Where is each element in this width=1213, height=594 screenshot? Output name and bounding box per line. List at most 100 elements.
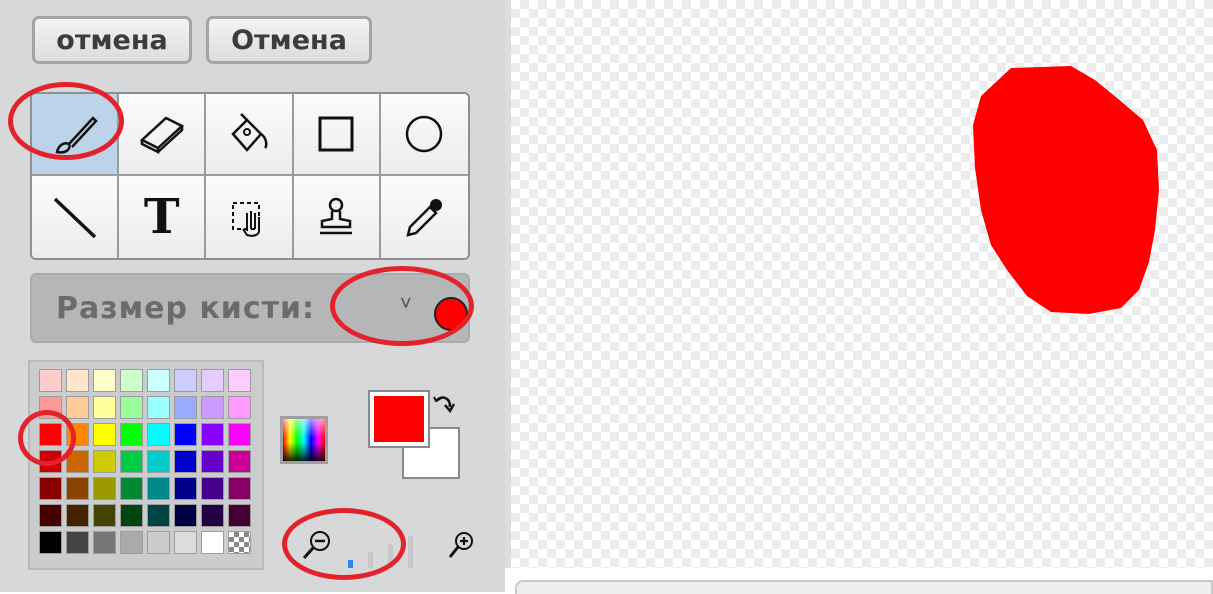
zoom-level-bar[interactable] <box>368 552 373 568</box>
palette-swatch[interactable] <box>228 396 251 419</box>
palette-swatch[interactable] <box>201 450 224 473</box>
ellipse-icon <box>406 115 443 153</box>
tool-eraser[interactable] <box>119 94 207 176</box>
palette-swatch[interactable] <box>147 504 170 527</box>
palette-swatch[interactable] <box>201 369 224 392</box>
palette-swatch[interactable] <box>93 477 116 500</box>
palette-swatch[interactable] <box>66 369 89 392</box>
palette-swatch[interactable] <box>174 423 197 446</box>
palette-swatch[interactable] <box>201 477 224 500</box>
palette-swatch[interactable] <box>201 423 224 446</box>
palette-swatch[interactable] <box>147 450 170 473</box>
palette-swatch[interactable] <box>120 531 143 554</box>
drawing-canvas[interactable] <box>505 0 1213 568</box>
palette-swatch[interactable] <box>174 369 197 392</box>
brush-icon <box>55 116 98 154</box>
brush-size-preview <box>434 297 468 331</box>
palette-swatch[interactable] <box>66 504 89 527</box>
palette-swatch[interactable] <box>174 477 197 500</box>
tool-line[interactable] <box>32 176 120 258</box>
canvas-scrollbar[interactable] <box>505 568 1213 594</box>
palette-swatch[interactable] <box>66 396 89 419</box>
palette-swatch[interactable] <box>228 477 251 500</box>
cancel-button[interactable]: Отмена <box>206 16 372 64</box>
tool-select[interactable] <box>206 176 294 258</box>
color-palette <box>28 360 264 570</box>
tool-fill[interactable] <box>206 94 294 176</box>
undo-button[interactable]: отмена <box>32 16 192 64</box>
tool-grid: T <box>30 92 470 260</box>
palette-swatch[interactable] <box>93 531 116 554</box>
palette-swatch[interactable] <box>120 423 143 446</box>
zoom-level-bar[interactable] <box>348 560 353 568</box>
select-icon <box>231 202 260 237</box>
palette-swatch[interactable] <box>93 396 116 419</box>
line-icon <box>53 197 96 239</box>
red-painted-shape <box>973 66 1159 314</box>
eyedropper-icon <box>406 199 443 237</box>
color-picker-spectrum[interactable] <box>280 416 328 464</box>
palette-swatch[interactable] <box>39 369 62 392</box>
palette-swatch[interactable] <box>201 531 224 554</box>
palette-swatch[interactable] <box>93 450 116 473</box>
fill-icon <box>231 113 268 152</box>
palette-swatch[interactable] <box>66 450 89 473</box>
palette-swatch[interactable] <box>66 477 89 500</box>
palette-swatch[interactable] <box>147 477 170 500</box>
palette-swatch[interactable] <box>120 396 143 419</box>
tool-rectangle[interactable] <box>293 94 381 176</box>
tool-text[interactable]: T <box>119 176 207 258</box>
palette-swatch[interactable] <box>147 396 170 419</box>
palette-swatch[interactable] <box>39 396 62 419</box>
palette-swatch[interactable] <box>39 531 62 554</box>
palette-swatch[interactable] <box>147 369 170 392</box>
zoom-in-icon[interactable] <box>446 530 476 560</box>
palette-swatch[interactable] <box>39 477 62 500</box>
palette-swatch[interactable] <box>228 504 251 527</box>
tool-eyedropper[interactable] <box>380 176 468 258</box>
palette-swatch[interactable] <box>228 531 251 554</box>
rectangle-icon <box>318 116 354 152</box>
palette-swatch[interactable] <box>201 504 224 527</box>
palette-swatch[interactable] <box>174 396 197 419</box>
canvas-drawing <box>973 66 1159 314</box>
tool-stamp[interactable] <box>293 176 381 258</box>
brush-size-label: Размер кисти: <box>56 290 316 326</box>
palette-swatch[interactable] <box>93 369 116 392</box>
palette-swatch[interactable] <box>120 477 143 500</box>
palette-swatch[interactable] <box>93 504 116 527</box>
palette-swatch[interactable] <box>228 369 251 392</box>
palette-swatch[interactable] <box>174 450 197 473</box>
palette-swatch[interactable] <box>174 504 197 527</box>
chevron-down-icon[interactable]: ˅ <box>400 293 412 316</box>
palette-swatch[interactable] <box>120 504 143 527</box>
palette-swatch[interactable] <box>147 531 170 554</box>
zoom-level-bar[interactable] <box>388 544 393 568</box>
swap-colors-icon[interactable] <box>430 393 456 419</box>
palette-grid <box>39 369 251 554</box>
paint-editor-panel: отмена Отмена T Размер кисти: ˅ <box>0 0 505 592</box>
tool-ellipse[interactable] <box>380 94 468 176</box>
stamp-icon <box>320 197 353 235</box>
text-icon: T <box>143 189 180 245</box>
primary-color-swatch[interactable] <box>368 390 430 448</box>
palette-swatch-selected[interactable] <box>39 423 62 446</box>
palette-swatch[interactable] <box>66 531 89 554</box>
tool-brush[interactable] <box>32 94 120 176</box>
zoom-out-icon[interactable] <box>300 528 334 562</box>
palette-swatch[interactable] <box>93 423 116 446</box>
palette-swatch[interactable] <box>120 450 143 473</box>
palette-swatch[interactable] <box>228 450 251 473</box>
palette-swatch[interactable] <box>39 450 62 473</box>
palette-swatch[interactable] <box>228 423 251 446</box>
palette-swatch[interactable] <box>66 423 89 446</box>
palette-swatch[interactable] <box>120 369 143 392</box>
eraser-icon <box>139 116 184 155</box>
palette-swatch[interactable] <box>147 423 170 446</box>
palette-swatch[interactable] <box>201 396 224 419</box>
brush-size-control[interactable]: Размер кисти: ˅ <box>30 273 470 343</box>
zoom-level-indicator <box>346 536 426 568</box>
zoom-level-bar[interactable] <box>408 536 413 568</box>
palette-swatch[interactable] <box>39 504 62 527</box>
palette-swatch[interactable] <box>174 531 197 554</box>
